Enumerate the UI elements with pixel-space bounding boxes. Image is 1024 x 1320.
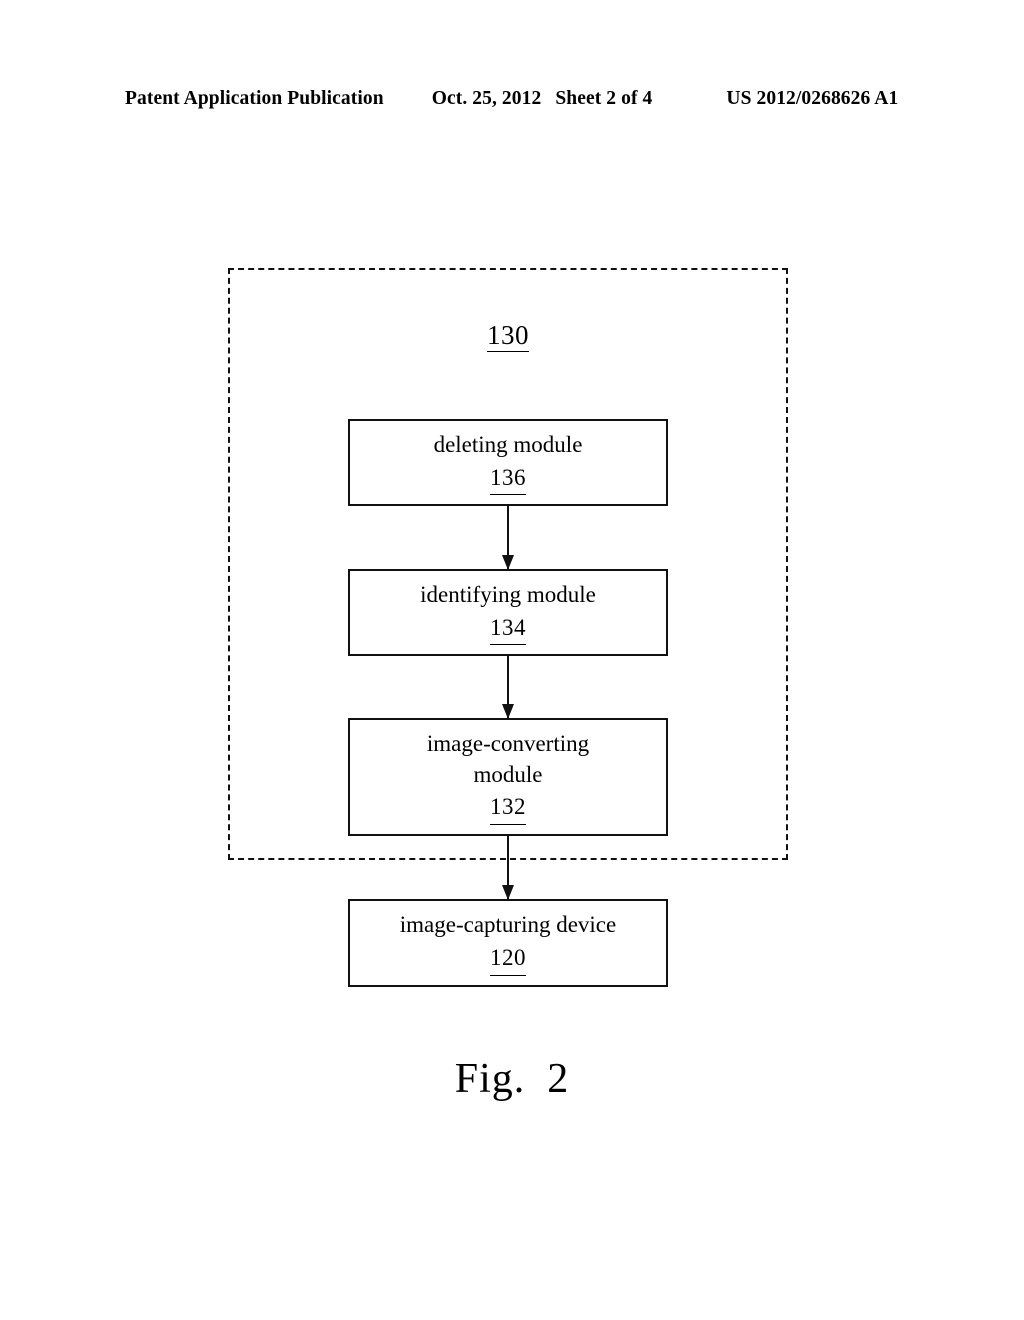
- arrow-deleting-to-identifying: [507, 506, 510, 569]
- module-box-deleting: deleting module 136: [348, 419, 668, 506]
- module-label-image-converting: image-converting module: [426, 731, 590, 787]
- system-reference-numeral: 130: [228, 320, 788, 352]
- module-label-identifying: identifying module: [420, 581, 596, 607]
- module-ref-image-capturing-device: 120: [490, 943, 526, 976]
- arrow-identifying-to-converting: [507, 656, 510, 718]
- module-label-deleting: deleting module: [433, 431, 583, 457]
- figure-caption-number: 2: [547, 1056, 570, 1102]
- module-label-image-capturing-device: image-capturing device: [399, 912, 617, 938]
- system-ref-number: 130: [487, 320, 529, 352]
- module-box-image-converting: image-converting module 132: [348, 718, 668, 836]
- arrow-converting-to-capturing: [507, 836, 510, 899]
- figure-caption-word: Fig.: [454, 1056, 526, 1102]
- module-box-image-capturing-device: image-capturing device 120: [348, 899, 668, 987]
- module-ref-deleting: 136: [490, 463, 526, 496]
- figure-2-diagram: 130 deleting module 136 identifying modu…: [0, 0, 1024, 1320]
- module-ref-identifying: 134: [490, 613, 526, 646]
- module-box-identifying: identifying module 134: [348, 569, 668, 656]
- figure-caption: Fig. 2: [0, 1055, 1024, 1103]
- module-ref-image-converting: 132: [490, 792, 526, 825]
